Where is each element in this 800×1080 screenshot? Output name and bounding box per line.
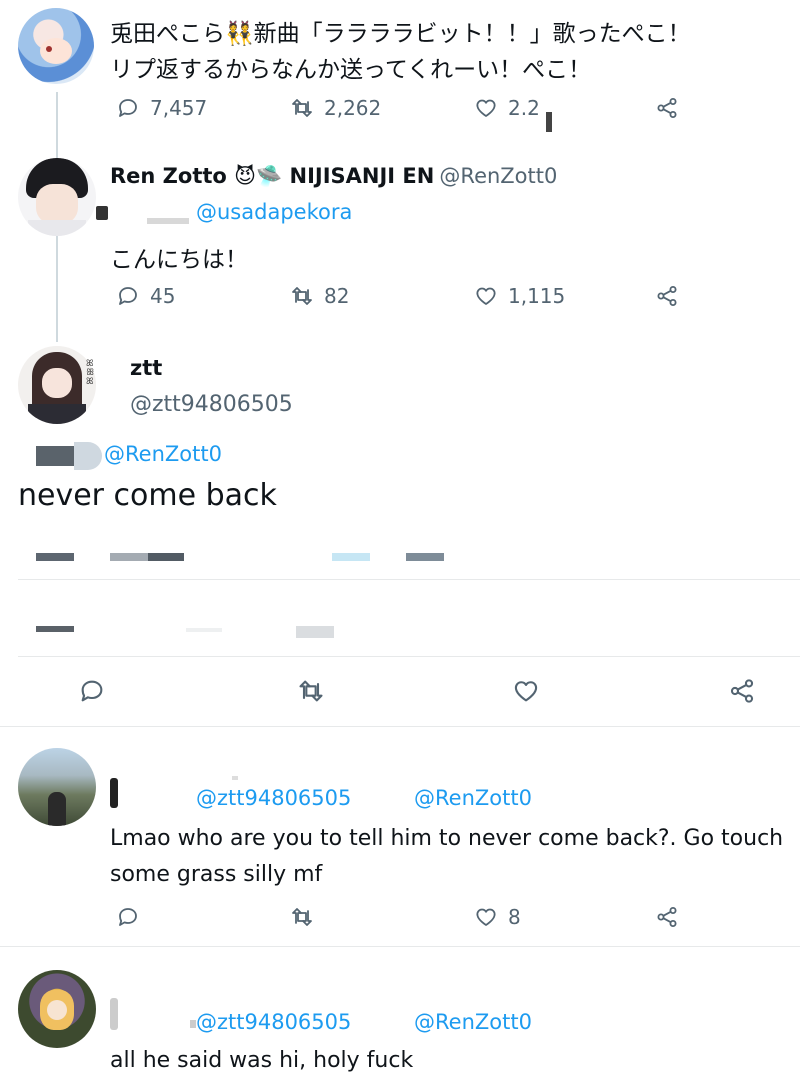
retweet-button[interactable] [297, 677, 325, 705]
avatar-decoration: ꕤꕥꕤ [86, 359, 95, 387]
share-icon [728, 677, 756, 705]
mention-link[interactable]: @RenZott0 [414, 786, 532, 810]
retweet-icon [290, 905, 314, 929]
reply-count: 7,457 [150, 96, 208, 120]
reply-icon [116, 96, 140, 120]
tweet-text: リプ返するからなんか送ってくれーい！ぺこ！ [110, 57, 592, 83]
like-button[interactable]: 1,115 [474, 284, 565, 308]
retweet-icon [290, 284, 314, 308]
tweet-text: こんにちは！ [110, 247, 248, 273]
mention-link[interactable]: @ztt94806505 [196, 786, 351, 810]
author-handle[interactable]: @ztt94806505 [130, 392, 293, 417]
tweet-text: all he said was hi, holy fuck [110, 1048, 414, 1073]
divider [18, 579, 800, 580]
redaction [74, 442, 102, 470]
author-name[interactable]: Ren Zotto 😈🛸 NIJISANJI EN [110, 164, 434, 188]
reply-button[interactable] [116, 905, 140, 929]
author-name[interactable]: 兎田ぺこら👯新曲「ララララビット！！」歌ったぺこ！ [110, 14, 691, 48]
reply-count: 45 [150, 284, 176, 308]
share-icon [655, 284, 679, 308]
reply-icon [78, 677, 106, 705]
mention-link[interactable]: @RenZott0 [104, 442, 222, 466]
reply-icon [116, 905, 140, 929]
avatar[interactable] [18, 970, 96, 1048]
mention-link[interactable]: @ztt94806505 [196, 1010, 351, 1034]
share-button[interactable] [655, 96, 679, 120]
share-icon [655, 96, 679, 120]
reply-button[interactable] [78, 677, 106, 705]
avatar[interactable] [18, 346, 96, 424]
retweet-button[interactable] [290, 905, 314, 929]
divider [0, 946, 800, 947]
redaction [546, 112, 552, 132]
like-count: 8 [508, 905, 521, 929]
retweet-count: 2,262 [324, 96, 382, 120]
redaction [406, 553, 444, 561]
like-count: 2.2 [508, 96, 540, 120]
redaction [96, 206, 108, 220]
reply-button[interactable]: 45 [116, 284, 175, 308]
redaction [36, 553, 74, 561]
retweet-icon [290, 96, 314, 120]
like-button[interactable]: 2.2 [474, 96, 540, 120]
reply-icon [116, 284, 140, 308]
like-count: 1,115 [508, 284, 566, 308]
redaction [110, 553, 148, 561]
avatar[interactable] [18, 8, 94, 84]
redaction [110, 778, 118, 808]
redaction [36, 626, 74, 632]
like-icon [474, 905, 498, 929]
divider [18, 656, 800, 657]
avatar[interactable] [18, 748, 96, 826]
redaction [232, 776, 238, 780]
share-icon [655, 905, 679, 929]
retweet-button[interactable]: 82 [290, 284, 349, 308]
redaction [147, 218, 189, 224]
mention-link[interactable]: @usadapekora [196, 200, 352, 224]
reply-button[interactable]: 7,457 [116, 96, 207, 120]
redaction [296, 626, 334, 638]
tweet-text-line: Lmao who are you to tell him to never co… [110, 826, 784, 851]
mention-link[interactable]: @RenZott0 [414, 1010, 532, 1034]
redaction [332, 553, 370, 561]
share-button[interactable] [728, 677, 756, 705]
like-button[interactable]: 8 [474, 905, 521, 929]
like-icon [474, 284, 498, 308]
redaction [186, 628, 222, 632]
share-button[interactable] [655, 905, 679, 929]
author-handle[interactable]: @RenZott0 [439, 164, 557, 188]
divider [0, 726, 800, 727]
retweet-icon [297, 677, 325, 705]
redaction [36, 446, 74, 466]
author-name[interactable]: ztt [130, 356, 162, 380]
redaction [148, 553, 184, 561]
retweet-count: 82 [324, 284, 350, 308]
like-icon [512, 677, 540, 705]
like-button[interactable] [512, 677, 540, 705]
avatar[interactable] [18, 158, 96, 236]
retweet-button[interactable]: 2,262 [290, 96, 381, 120]
like-icon [474, 96, 498, 120]
redaction [110, 998, 118, 1030]
tweet-text-line: some grass silly mf [110, 862, 323, 887]
share-button[interactable] [655, 284, 679, 308]
tweet-text: never come back [18, 478, 277, 513]
